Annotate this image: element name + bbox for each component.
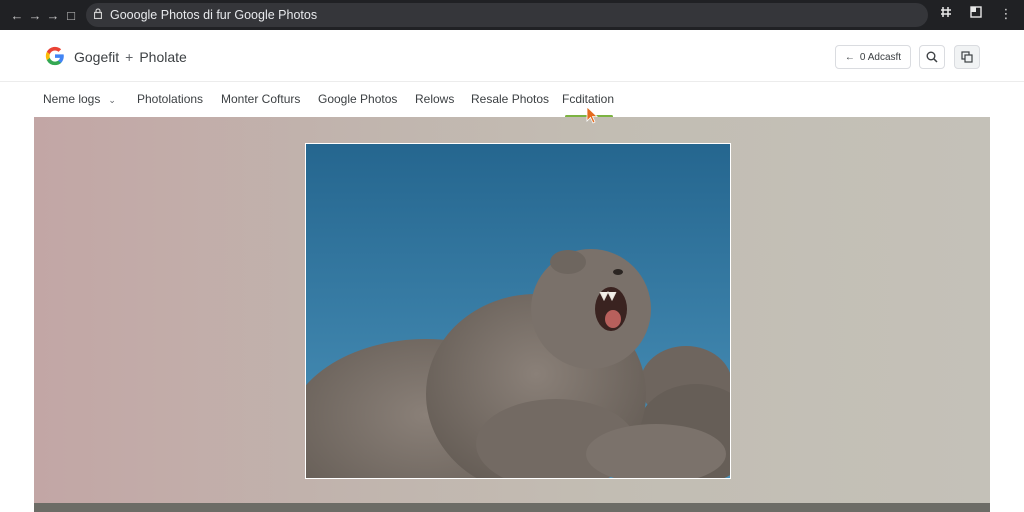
- address-bar-url[interactable]: Gooogle Photos di fur Google Photos: [110, 8, 317, 22]
- tab-monter-cofturs[interactable]: Monter Cofturs: [221, 92, 300, 106]
- tab-google-photos[interactable]: Google Photos: [318, 92, 397, 106]
- tab-label: Google Photos: [318, 92, 398, 106]
- search-button[interactable]: [919, 45, 945, 69]
- tab-label: Relows: [415, 92, 455, 106]
- tab-resale-photos[interactable]: Resale Photos: [471, 92, 549, 106]
- lock-icon: [93, 8, 106, 22]
- main-photo[interactable]: [305, 143, 731, 479]
- mouse-cursor-icon: [586, 106, 598, 124]
- forward-arrow-icon[interactable]: →: [26, 8, 44, 23]
- viewer-bottom-bar: [34, 503, 990, 512]
- back-arrow-icon: ←: [844, 51, 855, 63]
- app-header: Gogefit + Pholate ← 0 Adcasft: [0, 30, 1024, 82]
- tab-label: Neme logs: [43, 92, 101, 106]
- copy-button[interactable]: [954, 45, 980, 69]
- tab-label: Monter Cofturs: [221, 92, 301, 106]
- grid-icon[interactable]: [938, 6, 954, 22]
- kebab-menu-icon[interactable]: ⋮: [998, 6, 1014, 22]
- tab-label: Photolations: [137, 92, 204, 106]
- tab-bar: Neme logs ⌄ Photolations Monter Cofturs G…: [0, 83, 1024, 118]
- brand-name[interactable]: Gogefit: [74, 49, 119, 65]
- browser-actions: ⋮: [938, 6, 1014, 22]
- tab-icon[interactable]: [968, 6, 984, 22]
- header-action-button[interactable]: ← 0 Adcasft: [835, 45, 911, 69]
- animal-photo-image: [306, 144, 730, 478]
- address-bar[interactable]: Gooogle Photos di fur Google Photos: [86, 3, 928, 27]
- browser-toolbar: ← → → □ Gooogle Photos di fur Google Pho…: [0, 0, 1024, 30]
- chevron-down-icon: ⌄: [108, 95, 116, 105]
- google-g-logo[interactable]: [44, 45, 66, 67]
- tab-fcditation[interactable]: Fcditation: [562, 92, 614, 106]
- tab-photolations[interactable]: Photolations: [137, 92, 203, 106]
- page-subtitle: Pholate: [139, 49, 187, 65]
- home-icon[interactable]: □: [62, 8, 80, 23]
- tab-label: Fcditation: [562, 92, 615, 106]
- back-arrow-icon[interactable]: ←: [8, 8, 26, 23]
- browser-nav: ← → → □: [8, 8, 80, 23]
- tab-relows[interactable]: Relows: [415, 92, 454, 106]
- title-separator: +: [125, 49, 134, 65]
- app-title: Gogefit + Pholate: [74, 49, 187, 65]
- copy-icon: [961, 51, 973, 63]
- forward-arrow-icon[interactable]: →: [44, 8, 62, 23]
- tab-label: Resale Photos: [471, 92, 550, 106]
- tab-neme-logs[interactable]: Neme logs ⌄: [43, 92, 116, 106]
- header-action-label: 0 Adcasft: [859, 51, 902, 63]
- search-icon: [926, 51, 938, 63]
